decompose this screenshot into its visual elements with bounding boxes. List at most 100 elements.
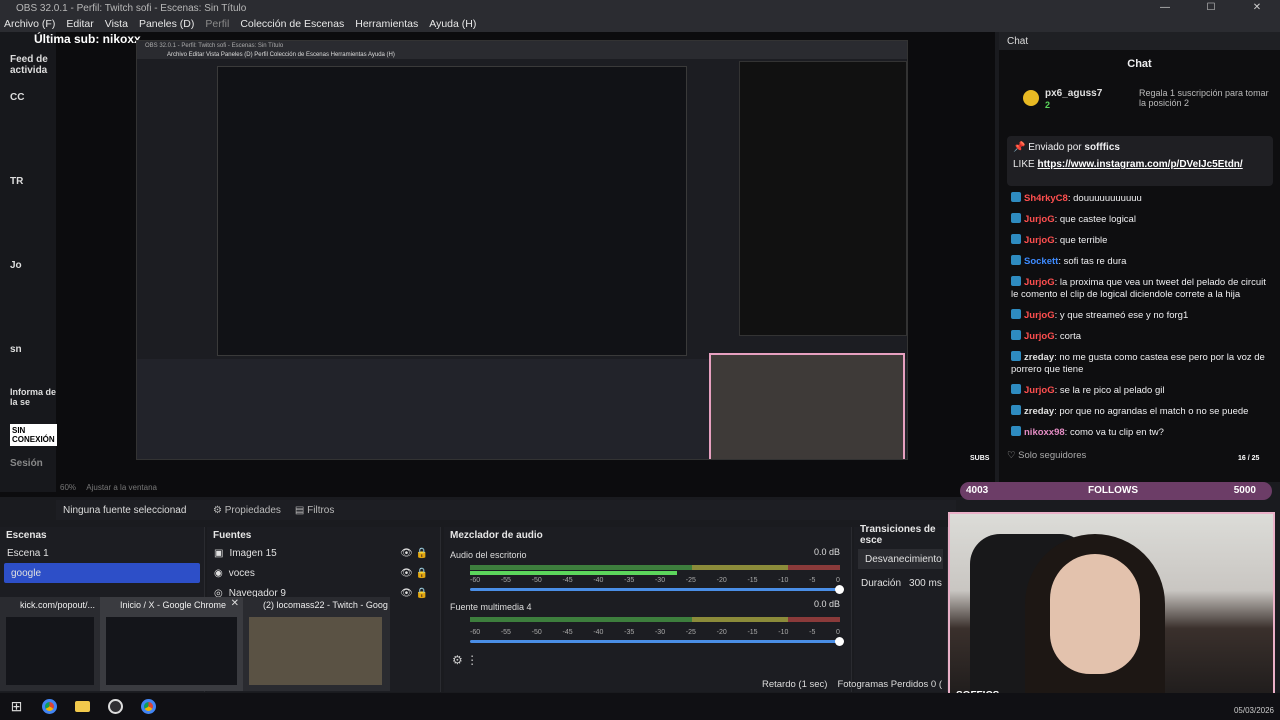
feed-item: CC [10, 92, 25, 103]
chat-username[interactable]: Sh4rkyC8 [1024, 193, 1068, 204]
chat-text: : corta [1054, 331, 1082, 342]
scale-tick: -40 [593, 577, 604, 584]
feed-item: TR [10, 176, 24, 187]
transitions-dock: Transiciones de esce Desvanecimiento Dur… [854, 524, 948, 692]
pinned-user[interactable]: sofffics [1084, 142, 1120, 153]
meter-scale: -60 -55 -50 -45 -40 -35 -30 -25 -20 -15 -10 -5 0 [450, 577, 840, 584]
no-source-label: Ninguna fuente seleccionad [63, 504, 187, 516]
menu-file[interactable]: Archivo (F) [4, 18, 55, 30]
chat-username[interactable]: JurjoG [1024, 277, 1055, 288]
close-icon[interactable]: ✕ [231, 598, 239, 609]
taskbar-date: 05/03/2026 [1233, 706, 1274, 715]
mixer-track: Audio del escritorio 0.0 dB -60 -55 -50 -45… [450, 547, 844, 594]
volume-slider[interactable] [470, 585, 844, 594]
chat-username[interactable]: zreday [1024, 406, 1054, 417]
zoom-row[interactable]: 60% Ajustar a la ventana [60, 483, 157, 492]
scale-tick: -5 [809, 629, 816, 636]
windows-start-icon[interactable]: ⊞ [0, 693, 33, 720]
pinned-link[interactable]: https://www.instagram.com/p/DVeIJc5Etdn/ [1037, 159, 1242, 170]
close-button[interactable]: ✕ [1234, 0, 1280, 16]
nested-title: OBS 32.0.1 - Perfil: Twitch sofi - Escen… [137, 41, 907, 51]
menu-bar: Archivo (F) Editar Vista Paneles (D) Per… [0, 16, 1280, 32]
menu-docks[interactable]: Paneles (D) [139, 18, 194, 30]
pin-icon: 📌 [1013, 142, 1026, 153]
filters-button[interactable]: ▤ Filtros [291, 503, 338, 518]
transition-select[interactable]: Desvanecimiento [858, 549, 943, 569]
volume-meter [470, 565, 840, 570]
offline-badge: SIN CONEXIÓN [10, 424, 57, 446]
duration-label: Duración [861, 577, 902, 589]
volume-slider[interactable] [470, 637, 844, 646]
chat-text: : sofi tas re dura [1058, 256, 1127, 267]
source-item[interactable]: ◉ voces 👁 🔒 [207, 563, 440, 583]
taskbar-thumbnails: kick.com/popout/... Inicio / X - Google … [0, 597, 390, 691]
chat-username[interactable]: JurjoG [1024, 310, 1055, 321]
chat-username[interactable]: JurjoG [1024, 214, 1055, 225]
properties-button[interactable]: ⚙ Propiedades [209, 503, 285, 518]
thumb-title: Inicio / X - Google Chrome [120, 600, 227, 610]
duration-value[interactable]: 300 ms [909, 578, 942, 589]
menu-view[interactable]: Vista [105, 18, 128, 30]
chat-username[interactable]: zreday [1024, 352, 1054, 363]
visibility-icon[interactable]: 👁 🔒 [400, 588, 428, 599]
delay-status: Retardo (1 sec) [761, 678, 828, 690]
chat-username[interactable]: Sockett [1024, 256, 1058, 267]
chat-username[interactable]: nikoxx98 [1024, 427, 1065, 438]
maximize-button[interactable]: ☐ [1188, 0, 1234, 16]
badge-icon [1011, 330, 1021, 340]
thumb-preview [106, 617, 237, 685]
scale-tick: 0 [836, 629, 840, 636]
chat-dock-title: Chat [999, 32, 1280, 50]
chat-username[interactable]: JurjoG [1024, 331, 1055, 342]
scene-item[interactable]: Escena 1 [0, 543, 204, 563]
thumb-kick[interactable]: kick.com/popout/... [0, 597, 100, 691]
thumb-chrome-x[interactable]: Inicio / X - Google Chrome ✕ [100, 597, 243, 691]
visibility-icon[interactable]: 👁 🔒 [400, 568, 428, 579]
chrome-icon[interactable] [33, 693, 66, 720]
file-explorer-icon[interactable] [66, 693, 99, 720]
scale-tick: -60 [470, 577, 481, 584]
properties-label: Propiedades [224, 504, 281, 516]
pinned-message[interactable]: 📌 Enviado por sofffics LIKE https://www.… [1007, 136, 1273, 186]
transitions-title: Transiciones de esce [860, 524, 936, 546]
gift-user[interactable]: px6_aguss7 [1045, 88, 1102, 99]
scene-item-selected[interactable]: google [4, 563, 200, 583]
badge-icon [1011, 192, 1021, 202]
zoom-level: 60% [60, 483, 77, 492]
chat-username[interactable]: JurjoG [1024, 235, 1055, 246]
track-name: Audio del escritorio [450, 550, 527, 560]
scale-tick: -15 [747, 577, 758, 584]
scale-tick: -55 [500, 577, 511, 584]
chat-message: JurjoG: corta [1011, 330, 1273, 343]
face-shape [1050, 554, 1140, 674]
chat-message: nikoxx98: como va tu clip en tw? [1011, 426, 1273, 439]
source-item[interactable]: ▣ Imagen 15 👁 🔒 [207, 543, 440, 563]
dropped-frames: Fotogramas Perdidos 0 ( [837, 678, 942, 690]
chrome-icon[interactable] [132, 693, 165, 720]
volume-meter [470, 617, 840, 622]
chat-message: JurjoG: que castee logical [1011, 213, 1273, 226]
chat-message: JurjoG: se la re pico al pelado gil [1011, 384, 1273, 397]
obs-icon[interactable] [99, 693, 132, 720]
scale-tick: -55 [500, 629, 511, 636]
menu-scene-collection[interactable]: Colección de Escenas [240, 18, 344, 30]
nested-webcam [709, 353, 905, 459]
slider-knob[interactable] [835, 585, 844, 594]
mixer-settings-icon[interactable]: ⚙ ⋮ [452, 653, 478, 667]
info-title: Informa de la se [10, 387, 57, 407]
track-db: 0.0 dB [813, 547, 840, 557]
thumb-twitch[interactable]: (2) locomass22 - Twitch - Goog... [243, 597, 388, 691]
scale-tick: -25 [685, 629, 696, 636]
visibility-icon[interactable]: 👁 🔒 [400, 548, 428, 559]
image-icon: ▣ [214, 547, 224, 559]
scale-tick: -45 [562, 629, 573, 636]
chat-username[interactable]: JurjoG [1024, 385, 1055, 396]
menu-help[interactable]: Ayuda (H) [429, 18, 476, 30]
menu-tools[interactable]: Herramientas [355, 18, 418, 30]
minimize-button[interactable]: — [1142, 0, 1188, 16]
badge-icon [1011, 384, 1021, 394]
slider-knob[interactable] [835, 637, 844, 646]
menu-edit[interactable]: Editar [66, 18, 93, 30]
menu-profile[interactable]: Perfil [205, 18, 229, 30]
scale-tick: -50 [531, 629, 542, 636]
